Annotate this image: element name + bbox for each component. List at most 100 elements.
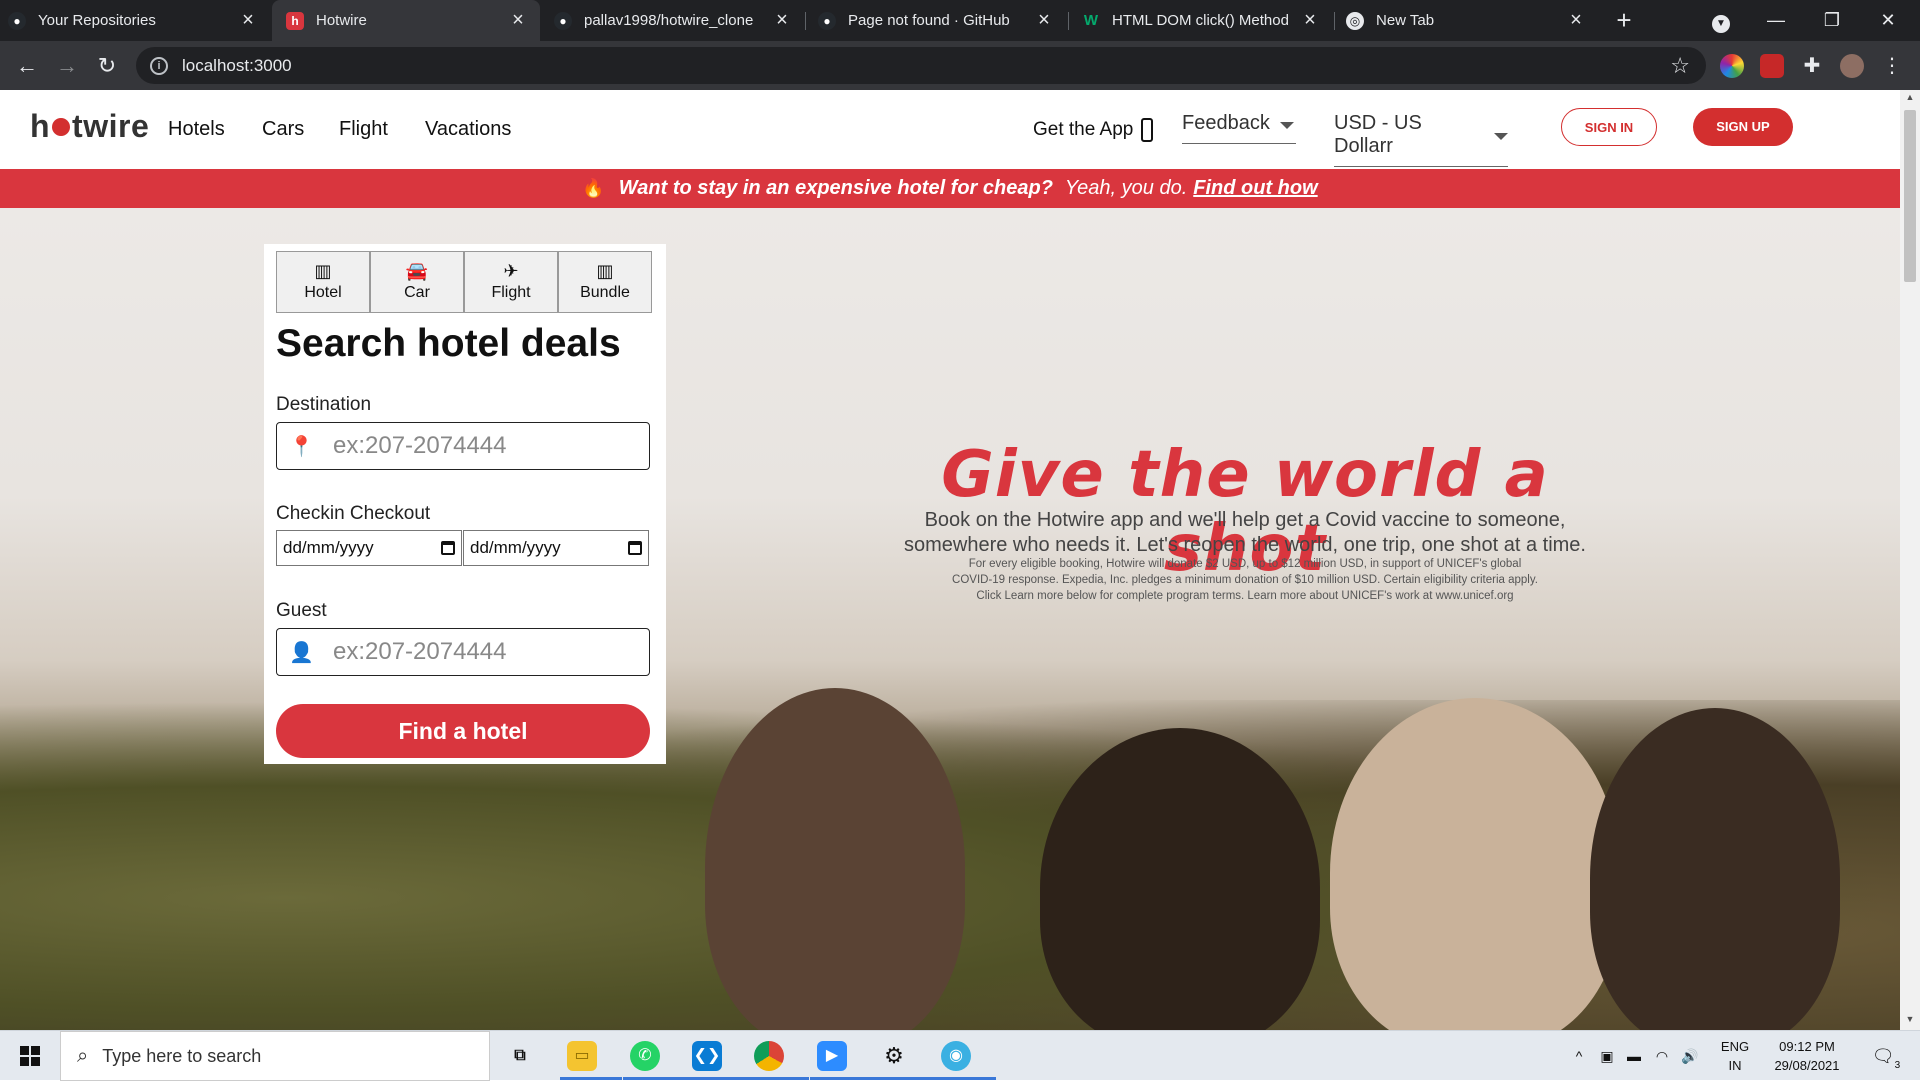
whatsapp-icon[interactable]: ✆ xyxy=(630,1041,660,1071)
address-bar[interactable]: i localhost:3000 ☆ xyxy=(136,47,1706,84)
bookmark-star-icon[interactable]: ☆ xyxy=(1670,53,1690,79)
minimize-icon[interactable]: — xyxy=(1750,0,1802,41)
volume-icon[interactable]: 🔊 xyxy=(1678,1031,1702,1081)
github-icon: ● xyxy=(818,11,836,30)
caret-down-icon xyxy=(1494,133,1508,140)
close-icon[interactable]: × xyxy=(506,9,530,32)
close-icon[interactable]: × xyxy=(236,9,260,32)
back-icon[interactable]: ← xyxy=(12,51,42,81)
language-indicator[interactable]: ENG IN xyxy=(1712,1031,1758,1087)
scroll-thumb[interactable] xyxy=(1904,110,1916,282)
tab-title: HTML DOM click() Method xyxy=(1112,12,1289,29)
find-hotel-button[interactable]: Find a hotel xyxy=(276,704,650,758)
logo-dot xyxy=(52,117,71,136)
tab-hotel[interactable]: ▥ Hotel xyxy=(276,251,370,313)
close-icon[interactable]: × xyxy=(1298,9,1322,32)
tab-flight[interactable]: ✈ Flight xyxy=(464,251,558,313)
extension-icon[interactable] xyxy=(1760,54,1784,78)
calendar-icon[interactable] xyxy=(628,541,642,555)
tab-car[interactable]: 🚘 Car xyxy=(370,251,464,313)
chrome-icon: ◎ xyxy=(1346,11,1364,30)
scroll-down-icon[interactable]: ▼ xyxy=(1904,1014,1916,1026)
forward-icon[interactable]: → xyxy=(52,51,82,81)
promo-headline: Want to stay in an expensive hotel for c… xyxy=(618,177,1053,199)
fine-print-line: Click Learn more below for complete prog… xyxy=(976,590,1514,602)
page-scrollbar[interactable]: ▲ ▼ xyxy=(1900,90,1920,1030)
profile-avatar[interactable] xyxy=(1840,54,1864,78)
tray-device-icon[interactable]: ▣ xyxy=(1596,1031,1618,1081)
clock-date: 29/08/2021 xyxy=(1774,1058,1840,1073)
file-explorer-icon[interactable]: ▭ xyxy=(567,1041,597,1071)
tab-label: Flight xyxy=(491,284,531,301)
tab-bundle[interactable]: ▥ Bundle xyxy=(558,251,652,313)
reload-icon[interactable]: ↻ xyxy=(92,51,122,81)
battery-icon[interactable]: ▬ xyxy=(1622,1031,1646,1081)
hero-subtitle: Book on the Hotwire app and we'll help g… xyxy=(880,508,1610,558)
promo-banner: 🔥 Want to stay in an expensive hotel for… xyxy=(0,169,1900,208)
window-close-icon[interactable]: ✕ xyxy=(1862,0,1914,41)
info-icon[interactable]: i xyxy=(150,56,168,75)
zoom-icon[interactable]: ▶ xyxy=(817,1041,847,1071)
browser-tab[interactable]: ◎ New Tab × xyxy=(1346,0,1598,41)
sign-up-button[interactable]: SIGN UP xyxy=(1693,108,1793,146)
settings-gear-icon[interactable]: ⚙ xyxy=(879,1041,909,1071)
taskbar-search-box[interactable]: ⌕ Type here to search xyxy=(60,1031,490,1081)
feedback-dropdown[interactable]: Feedback xyxy=(1182,112,1296,144)
tab-separator xyxy=(1334,12,1335,30)
sign-in-button[interactable]: SIGN IN xyxy=(1561,108,1657,146)
clock[interactable]: 09:12 PM 29/08/2021 xyxy=(1762,1031,1852,1087)
close-icon[interactable]: × xyxy=(1032,9,1056,32)
task-view-icon[interactable]: ⧉ xyxy=(505,1041,535,1071)
fine-print-line: For every eligible booking, Hotwire will… xyxy=(968,558,1522,570)
hero-fine-print: For every eligible booking, Hotwire will… xyxy=(905,556,1585,604)
nav-flight[interactable]: Flight xyxy=(339,118,388,141)
github-icon: ● xyxy=(8,11,26,30)
nav-vacations[interactable]: Vacations xyxy=(425,118,511,141)
restore-icon[interactable]: ❐ xyxy=(1806,0,1858,41)
notification-center-icon[interactable]: 🗨3 xyxy=(1866,1031,1906,1081)
hotwire-logo[interactable]: h twire xyxy=(30,108,149,145)
logo-text: h xyxy=(30,108,51,144)
wifi-icon[interactable]: ◠ xyxy=(1650,1031,1674,1081)
close-icon[interactable]: × xyxy=(1564,9,1588,32)
car-icon: 🚘 xyxy=(405,261,429,281)
checkin-date-input[interactable]: dd/mm/yyyy xyxy=(276,530,462,566)
find-out-how-link[interactable]: Find out how xyxy=(1193,177,1317,200)
tray-overflow-icon[interactable]: ^ xyxy=(1568,1031,1590,1081)
browser-tab-active[interactable]: h Hotwire × xyxy=(272,0,540,41)
nav-cars[interactable]: Cars xyxy=(262,118,304,141)
currency-dropdown[interactable]: USD - US Dollarr xyxy=(1334,112,1508,167)
destination-label: Destination xyxy=(276,394,372,415)
menu-kebab-icon[interactable]: ⋮ xyxy=(1880,54,1904,78)
new-tab-icon[interactable]: + xyxy=(1610,6,1638,34)
windows-start-icon[interactable] xyxy=(20,1046,40,1066)
get-the-app-link[interactable]: Get the App xyxy=(1033,118,1154,142)
vscode-icon[interactable]: ❮❯ xyxy=(692,1041,722,1071)
currency-label: USD - US Dollarr xyxy=(1334,112,1422,157)
checkout-date-input[interactable]: dd/mm/yyyy xyxy=(463,530,649,566)
calendar-icon[interactable] xyxy=(441,541,455,555)
search-icon: ⌕ xyxy=(77,1044,89,1067)
tab-title: Your Repositories xyxy=(38,12,156,29)
search-type-tabs: ▥ Hotel 🚘 Car ✈ Flight ▥ Bundle xyxy=(276,251,652,313)
color-picker-extension-icon[interactable] xyxy=(1720,54,1744,78)
close-icon[interactable]: × xyxy=(770,9,794,32)
hotwire-icon: h xyxy=(286,11,304,30)
web-page: h twire Hotels Cars Flight Vacations Get … xyxy=(0,90,1900,1030)
w3schools-icon: W xyxy=(1083,12,1099,29)
scroll-up-icon[interactable]: ▲ xyxy=(1904,92,1916,104)
guest-input[interactable]: 👤 ex:207-2074444 xyxy=(276,628,650,676)
tab-label: Hotel xyxy=(304,284,342,301)
building-icon: ▥ xyxy=(596,261,614,281)
guest-label: Guest xyxy=(276,600,327,621)
tab-search-icon[interactable]: ▼ xyxy=(1695,0,1747,41)
destination-input[interactable]: 📍 ex:207-2074444 xyxy=(276,422,650,470)
nav-hotels[interactable]: Hotels xyxy=(168,118,225,141)
browser-tab[interactable]: W HTML DOM click() Method × xyxy=(1082,0,1332,41)
browser-tab[interactable]: ● Page not found · GitHub × xyxy=(818,0,1066,41)
browser-tab[interactable]: ● Your Repositories × xyxy=(8,0,270,41)
chrome-icon[interactable] xyxy=(754,1041,784,1071)
browser-tab[interactable]: ● pallav1998/hotwire_clone × xyxy=(554,0,804,41)
puzzle-extensions-icon[interactable]: ✚ xyxy=(1800,54,1824,78)
app-icon[interactable]: ◉ xyxy=(941,1041,971,1071)
